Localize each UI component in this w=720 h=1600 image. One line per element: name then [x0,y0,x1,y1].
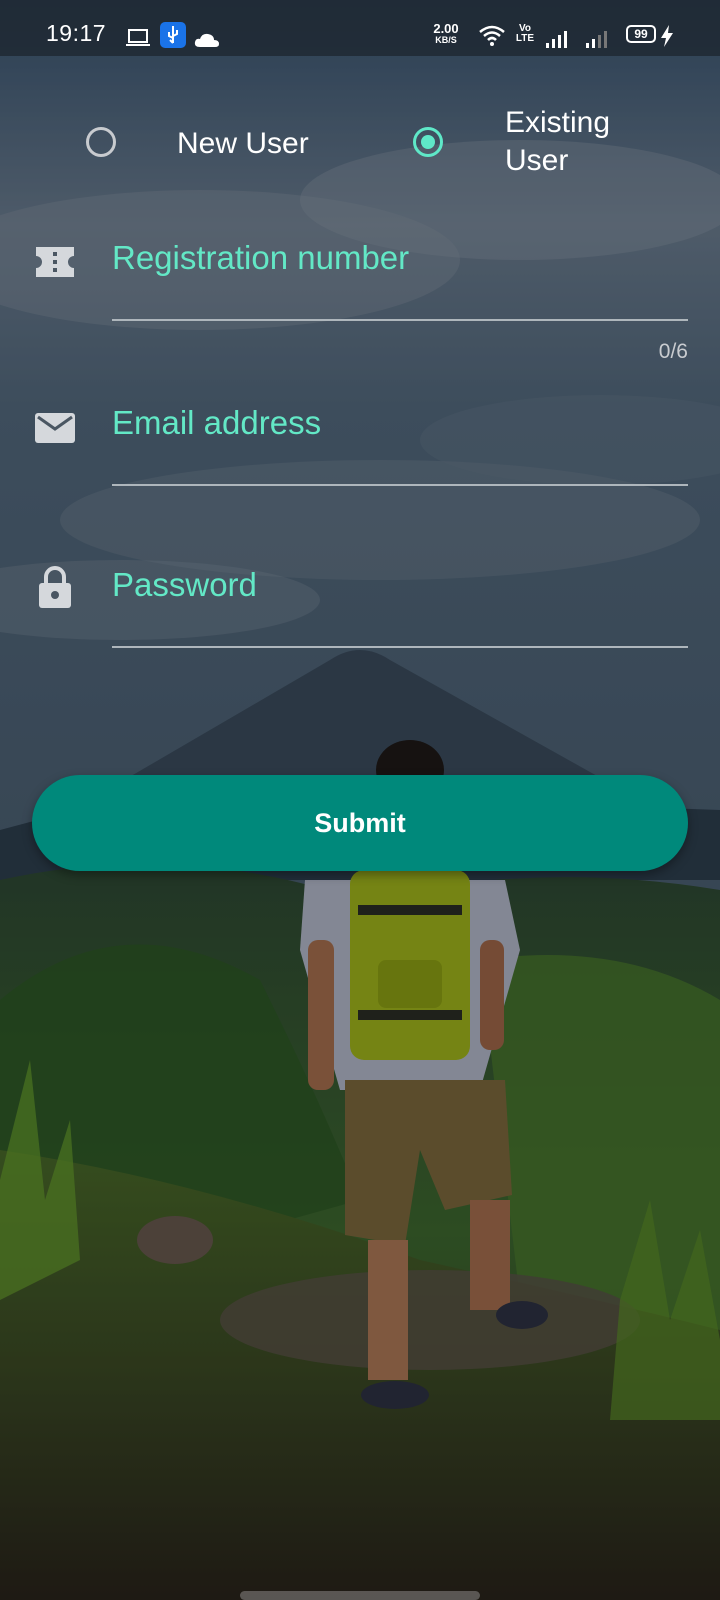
submit-button[interactable]: Submit [32,775,688,871]
password-field [0,557,720,649]
volte-indicator: Vo LTE [515,23,535,44]
cloud-icon [194,28,220,54]
email-underline [112,484,688,486]
status-bar: 19:17 2.00 KB/S Vo LTE 99 [0,0,720,56]
registration-number-counter: 0/6 [658,340,688,363]
ticket-icon [34,245,76,284]
navigation-handle[interactable] [240,1591,480,1600]
charging-icon [660,25,674,53]
signal-icon [546,28,568,54]
wifi-icon [478,24,506,52]
signal-weak-icon [586,28,608,54]
radio-existing-user-label: Existing User [505,106,611,177]
battery-indicator: 99 [626,25,656,43]
usb-icon [160,22,186,54]
status-time: 19:17 [46,20,107,46]
network-speed-value: 2.00 [433,21,459,36]
lock-icon [38,565,72,614]
registration-number-underline [112,319,688,321]
password-input[interactable] [112,560,688,610]
radio-new-user[interactable]: New User [80,120,340,170]
radio-new-user-label: New User [177,127,309,160]
network-speed-unit: KB/S [435,35,457,45]
radio-existing-user[interactable]: Existing User [410,104,630,184]
email-icon [34,412,76,449]
radio-button-checked[interactable] [413,127,443,157]
email-field [0,395,720,487]
network-speed: 2.00 KB/S [428,22,464,46]
registration-number-input[interactable] [112,233,688,283]
email-input[interactable] [112,398,688,448]
radio-button-unchecked[interactable] [86,127,116,157]
registration-number-field: 0/6 [0,230,720,370]
laptop-icon [126,27,150,53]
password-underline [112,646,688,648]
